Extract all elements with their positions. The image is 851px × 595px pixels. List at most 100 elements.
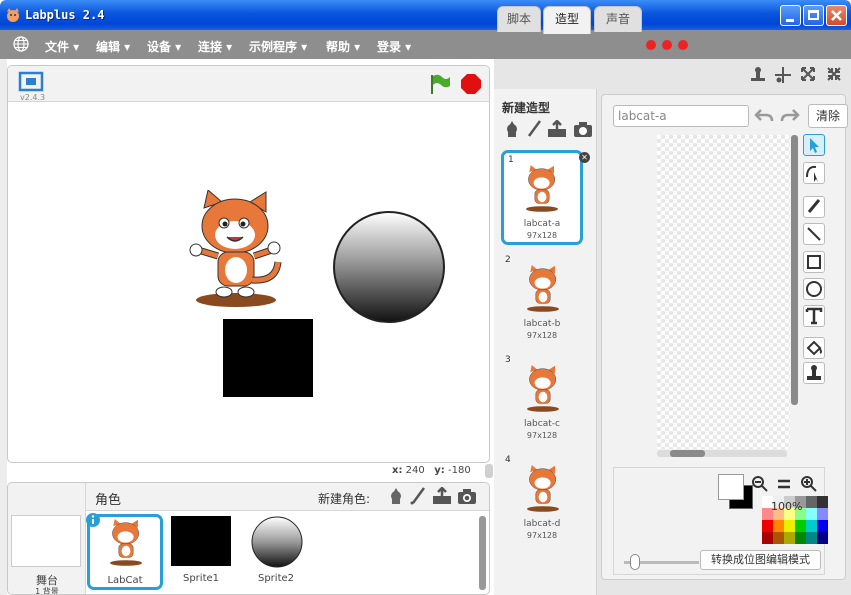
canvas-hscrollbar[interactable] <box>670 450 705 457</box>
reshape-tool[interactable] <box>803 162 825 184</box>
menu-device[interactable]: 设备 ▾ <box>147 38 181 55</box>
sprite-scrollbar[interactable] <box>479 516 486 590</box>
globe-icon[interactable] <box>13 36 29 52</box>
info-icon[interactable] <box>85 512 101 528</box>
sprite-library-icon[interactable] <box>387 487 405 505</box>
sprite-name: Sprite1 <box>182 573 220 584</box>
undo-icon[interactable] <box>753 105 775 127</box>
version-label: v2.4.3 <box>20 93 46 102</box>
close-window-button[interactable] <box>826 5 847 26</box>
canvas-hscroll-track <box>657 450 787 457</box>
rectangle-tool[interactable] <box>803 251 825 273</box>
close-icon <box>831 10 842 21</box>
stage-thumbnail[interactable] <box>11 515 81 567</box>
menu-login[interactable]: 登录 ▾ <box>377 38 411 55</box>
menu-file[interactable]: 文件 ▾ <box>45 38 79 55</box>
stamp-tool[interactable] <box>803 362 825 384</box>
pencil-icon <box>807 199 821 213</box>
menu-edit[interactable]: 编辑 ▾ <box>96 38 130 55</box>
costume-item[interactable]: 2 labcat-b 97x128 <box>501 253 583 348</box>
ellipse-icon <box>806 281 822 297</box>
grow-icon[interactable] <box>800 66 816 82</box>
canvas-vscrollbar[interactable] <box>791 135 798 405</box>
app-icon <box>7 8 19 22</box>
costume-list-panel: 新建造型 1 ✕ labcat-a 97x128 2 labcat-b 97x1… <box>494 89 597 595</box>
costume-name-input[interactable] <box>613 105 749 127</box>
redo-icon[interactable] <box>779 105 801 127</box>
rectangle-icon <box>807 255 821 269</box>
stage-header: v2.4.3 <box>8 66 489 102</box>
camera-costume-icon[interactable] <box>573 120 593 138</box>
sprite2-thumbnail[interactable] <box>250 515 304 569</box>
reshape-icon <box>806 165 818 182</box>
tab-costumes[interactable]: 造型 <box>543 6 591 34</box>
costume-item[interactable]: 1 ✕ labcat-a 97x128 <box>501 150 590 245</box>
pencil-tool[interactable] <box>803 196 825 218</box>
zoom-reset-icon[interactable] <box>776 476 792 492</box>
primary-color-swatch[interactable] <box>718 474 744 500</box>
convert-bitmap-button[interactable]: 转换成位图编辑模式 <box>700 550 821 570</box>
sprite-name: LabCat <box>107 575 143 586</box>
clear-button[interactable]: 清除 <box>808 104 848 128</box>
sprite-pane: 舞台 1 背景 角色 新建角色: LabCat Sprite1 Sprite2 <box>7 482 490 595</box>
stage-backdrop-count: 1 背景 <box>35 587 59 595</box>
mouse-coordinates: x: 240 y: -180 <box>392 465 471 476</box>
tab-scripts[interactable]: 脚本 <box>497 6 541 32</box>
scissors-icon[interactable] <box>774 66 792 84</box>
fullscreen-icon[interactable] <box>18 71 44 93</box>
left-gutter <box>0 59 7 595</box>
fill-tool[interactable] <box>803 337 825 359</box>
maximize-button[interactable] <box>803 5 824 26</box>
costume-thumbnail <box>527 265 559 312</box>
status-dot-2 <box>662 40 672 50</box>
costume-library-icon[interactable] <box>503 120 521 138</box>
minimize-button[interactable] <box>780 5 801 26</box>
costume-thumbnail <box>526 165 558 212</box>
new-sprite-label: 新建角色: <box>318 492 371 506</box>
upload-sprite-icon[interactable] <box>432 487 452 505</box>
text-tool[interactable] <box>803 305 825 327</box>
menu-help[interactable]: 帮助 ▾ <box>326 38 360 55</box>
menu-examples[interactable]: 示例程序 ▾ <box>249 38 307 55</box>
stop-icon[interactable] <box>460 73 482 95</box>
green-flag-icon[interactable] <box>428 73 452 95</box>
labcat-sprite[interactable] <box>186 190 286 310</box>
zoom-level: 100% <box>771 500 803 513</box>
drawing-canvas[interactable] <box>657 135 790 449</box>
line-icon <box>807 227 821 241</box>
zoom-in-icon[interactable] <box>801 476 817 492</box>
zoom-out-icon[interactable] <box>752 476 768 492</box>
upload-costume-icon[interactable] <box>547 120 567 138</box>
labcat-thumbnail <box>110 519 142 566</box>
brush-size-slider[interactable] <box>630 554 640 570</box>
sprite-header: 角色 新建角色: <box>86 483 489 511</box>
stage-panel: v2.4.3 <box>7 65 490 463</box>
camera-sprite-icon[interactable] <box>457 487 477 505</box>
delete-costume-icon[interactable]: ✕ <box>579 152 590 163</box>
stamp-icon[interactable] <box>750 66 766 84</box>
stage-thumbnail-column: 舞台 1 背景 <box>8 483 86 595</box>
costume-item[interactable]: 3 labcat-c 97x128 <box>501 353 583 448</box>
square-sprite[interactable] <box>223 319 313 397</box>
collapse-stage-handle[interactable] <box>485 464 493 478</box>
paint-bucket-icon <box>806 340 822 356</box>
title-bar: Labplus 2.4 <box>0 0 851 30</box>
sprite1-thumbnail[interactable] <box>171 516 231 566</box>
costume-item[interactable]: 4 labcat-d 97x128 <box>501 453 583 548</box>
ball-sprite[interactable] <box>332 210 446 324</box>
costume-thumbnail <box>527 365 559 412</box>
paint-costume-icon[interactable] <box>525 120 543 138</box>
costume-thumbnail <box>527 465 559 512</box>
shrink-icon[interactable] <box>826 66 842 82</box>
line-tool[interactable] <box>803 223 825 245</box>
sprites-title: 角色 <box>95 493 122 508</box>
ellipse-tool[interactable] <box>803 278 825 300</box>
select-tool[interactable] <box>803 134 825 156</box>
tab-sounds[interactable]: 声音 <box>594 6 642 32</box>
text-icon <box>805 307 823 325</box>
stamp-tool-icon <box>807 365 821 380</box>
status-dot-3 <box>678 40 688 50</box>
sprite-item-labcat[interactable]: LabCat <box>85 512 163 590</box>
menu-connect[interactable]: 连接 ▾ <box>198 38 232 55</box>
paint-sprite-icon[interactable] <box>409 487 427 505</box>
